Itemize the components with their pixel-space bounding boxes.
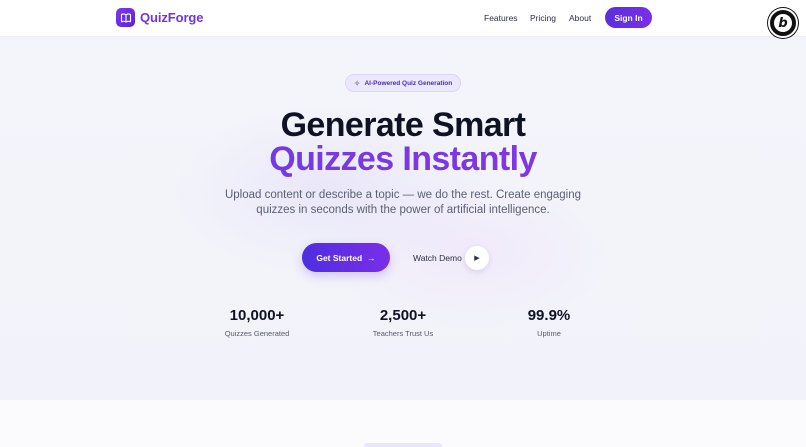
hero-subtitle-line2: quizzes in seconds with the power of art… [256,204,550,216]
sparkle-icon: ✧ [353,78,361,88]
nav-link-about[interactable]: About [569,13,591,23]
hero-title-line1: Generate Smart [280,106,526,144]
arrow-right-icon: → [367,252,376,263]
watch-demo-link[interactable]: Watch Demo [413,253,462,263]
ai-badge-label: AI-Powered Quiz Generation [364,79,453,87]
next-section-pill [364,443,442,447]
nav-link-pricing[interactable]: Pricing [530,13,556,23]
stat-label: Teachers Trust Us [372,329,434,338]
navbar: QuizForge Features Pricing About Sign In [0,0,806,37]
get-started-label: Get Started [316,252,363,263]
stat-label: Uptime [537,329,561,338]
hero-title-line2: Quizzes Instantly [0,141,806,177]
hero-subtitle-line1: Upload content or describe a topic — we … [224,189,582,201]
stat-value: 2,500+ [379,307,427,324]
stat-value: 10,000+ [229,307,285,324]
sign-in-button[interactable]: Sign In [605,7,652,28]
stat-label: Quizzes Generated [224,329,290,338]
book-icon[interactable] [116,8,135,27]
corner-badge[interactable]: b [768,8,798,38]
corner-badge-letter: b [774,14,792,32]
next-section [0,400,806,447]
stat-value: 99.9% [527,307,571,324]
brand-name[interactable]: QuizForge [140,10,203,25]
ai-badge: ✧ AI-Powered Quiz Generation [345,74,461,92]
get-started-button[interactable]: Get Started → [302,243,390,272]
nav-link-features[interactable]: Features [484,13,518,23]
play-icon[interactable]: ▶ [465,246,489,270]
